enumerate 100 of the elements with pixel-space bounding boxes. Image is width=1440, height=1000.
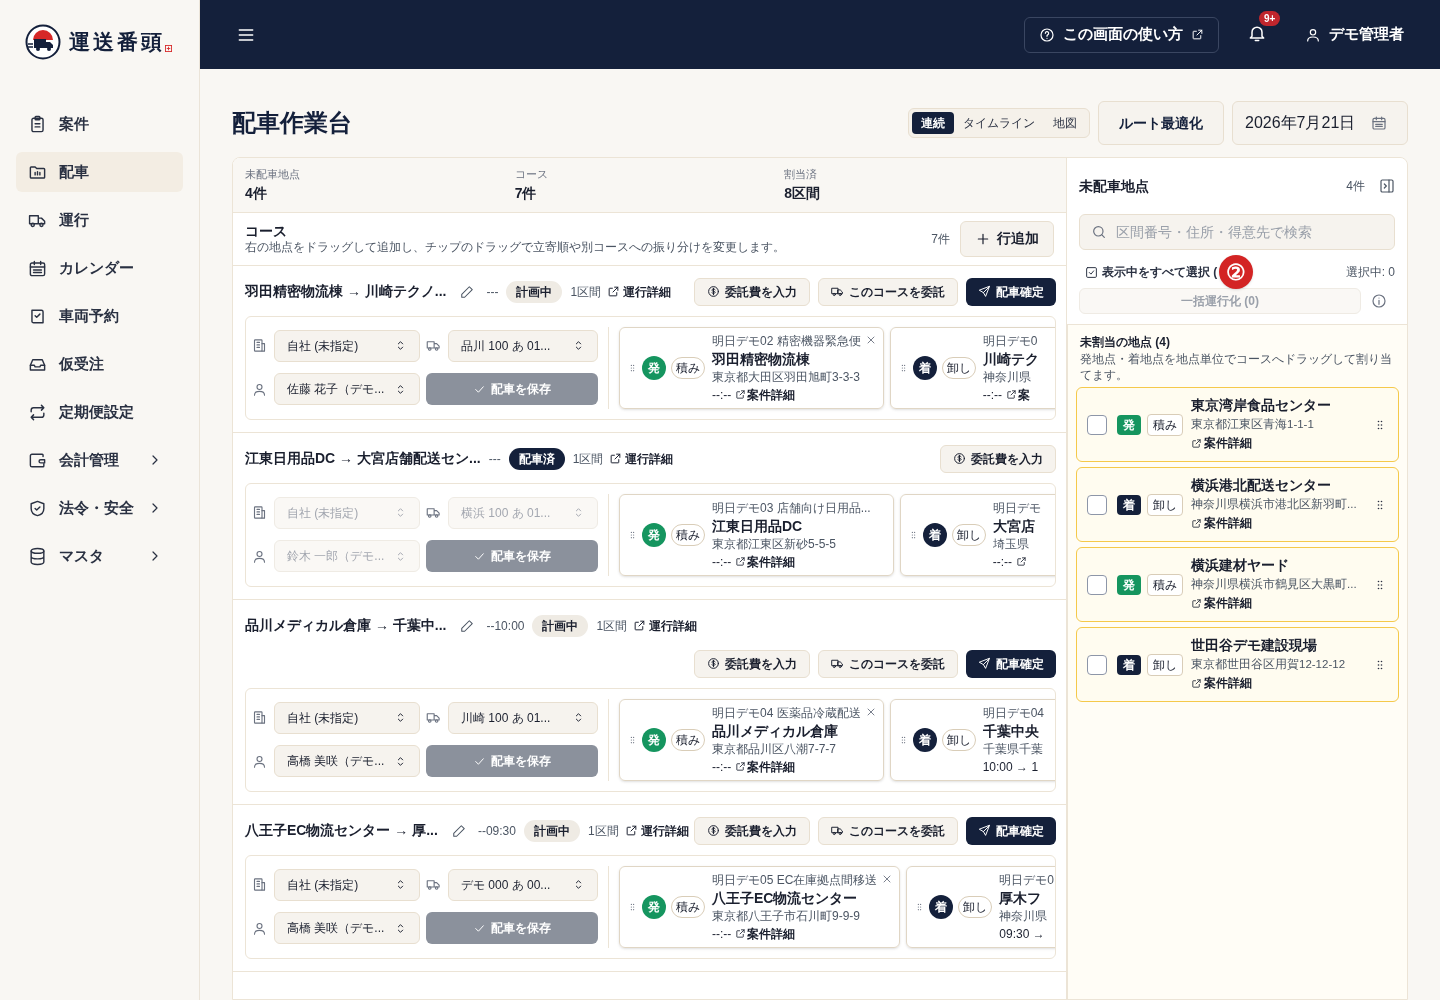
date-picker[interactable]: 2026年7月21日 [1232,101,1408,145]
checkbox[interactable] [1087,414,1107,435]
collapse-panel-button[interactable] [1379,178,1395,194]
external-link-icon [633,619,647,632]
checkbox[interactable] [1087,574,1107,595]
truck-icon [831,657,844,670]
stat-value: 7件 [514,183,538,203]
order-detail-link[interactable]: 案件詳細 [1191,674,1368,693]
user-menu[interactable]: デモ管理者 [1305,23,1404,46]
vehicle-select[interactable]: 川崎 100 あ 01... [448,701,598,734]
unassigned-stop-card[interactable]: 発 積み 横浜建材ヤード 神奈川県横浜市鶴見区大黒町... 案件詳細 [1076,547,1399,622]
vehicle-select[interactable]: デモ 000 あ 00... [448,868,598,901]
course-time: --10:00 [486,617,525,635]
stop-name: 大宮店 [992,516,1036,535]
calendar-icon [28,258,47,278]
stop-address: 神奈川県横浜市鶴見区大黒町... [1191,577,1358,592]
database-icon [28,546,47,566]
building-icon [252,877,267,893]
view-tab[interactable]: 連続 [912,112,954,134]
checkbox[interactable] [1087,654,1107,675]
fee-input-button[interactable]: 委託費を入力 [694,816,810,845]
person-icon [252,548,267,564]
stop-type-badge: 着 [1117,654,1141,675]
driver-select[interactable]: 佐藤 花子（デモ... [274,373,420,406]
unassigned-stop-card[interactable]: 着 卸し 横浜港北配送センター 神奈川県横浜市港北区新羽町... 案件詳細 [1076,467,1399,542]
segment-count: 1区間 [572,450,604,468]
order-label: 明日デモ03 店舗向け日用品... [712,499,871,517]
search-field[interactable]: 区間番号・住所・得意先で検索 [1079,214,1395,250]
sidebar-item[interactable]: 案件 [16,104,183,144]
order-detail-link[interactable]: 案件詳細 [735,924,796,943]
route-optimize-button[interactable]: ルート最適化 [1098,101,1224,145]
external-link-icon [735,928,747,939]
dollar-icon [707,824,720,837]
section-title: 未割当の地点 (4) [1080,334,1171,351]
fee-input-button[interactable]: 委託費を入力 [694,277,810,306]
checkbox-icon [1085,265,1098,279]
order-detail-link[interactable]: 案件詳細 [1191,594,1368,613]
sidebar-item[interactable]: 運行 [16,200,183,240]
vehicle-select[interactable]: 品川 100 あ 01... [448,329,598,362]
carrier-select[interactable]: 自社 (未指定) [274,329,420,362]
order-detail-link[interactable]: 案件詳細 [1191,514,1368,533]
course-title: 品川メディカル倉庫 → 千葉中... [245,616,447,635]
stop-type-badge: 発 [642,522,666,547]
stop-address: 神奈川県 [982,368,1032,386]
driver-select[interactable]: 高橋 美咲（デモ... [274,912,420,945]
trip-detail-link[interactable]: 運行詳細 [607,282,672,301]
edit-button[interactable] [460,284,475,299]
sidebar-item[interactable]: 会計管理 [16,440,183,480]
sidebar-item[interactable]: 仮受注 [16,344,183,384]
unassigned-stop-card[interactable]: 発 積み 東京湾岸食品センター 東京都江東区青海1-1-1 案件詳細 [1076,387,1399,462]
shield-check-icon [28,498,47,518]
edit-button[interactable] [460,618,475,633]
external-link-icon [735,761,747,772]
trip-detail-link[interactable]: 運行詳細 [633,616,698,635]
carrier-select[interactable]: 自社 (未指定) [274,868,420,901]
external-link-icon [735,389,747,400]
checkbox[interactable] [1087,494,1107,515]
sidebar-item[interactable]: カレンダー [16,248,183,288]
delegate-course-button[interactable]: このコースを委託 [818,277,958,306]
section-description: 右の地点をドラッグして追加し、チップのドラッグで立寄順や別コースへの振り分けを変更します。 [245,239,786,255]
info-icon [1371,293,1387,309]
status-badge: 計画中 [532,614,589,637]
order-detail-link[interactable]: 案件詳細 [1191,434,1368,453]
sidebar-item[interactable]: 定期便設定 [16,392,183,432]
segment-count: 1区間 [587,822,619,840]
driver-select[interactable]: 高橋 美咲（デモ... [274,745,420,778]
sidebar-item[interactable]: 法令・安全 [16,488,183,528]
order-detail-link[interactable]: 案件詳細 [735,385,796,404]
sidebar-item[interactable]: 配車 [16,152,183,192]
confirm-dispatch-button[interactable]: 配車確定 [966,277,1056,306]
stop-time: --:-- [992,553,1012,571]
stop-name: 世田谷デモ建設現場 [1191,636,1318,655]
building-icon [252,505,267,521]
sidebar-item[interactable]: 車両予約 [16,296,183,336]
order-detail-link[interactable]: 案 [1006,385,1030,404]
pencil-icon [460,284,475,299]
add-row-button[interactable]: 行追加 [960,220,1054,257]
course-title: 八王子EC物流センター → 厚... [245,821,438,840]
unassigned-stop-card[interactable]: 着 卸し 世田谷デモ建設現場 東京都世田谷区用賀12-12-12 案件詳細 [1076,627,1399,702]
edit-button[interactable] [451,823,466,838]
confirm-dispatch-button[interactable]: 配車確定 [966,816,1056,845]
stop-type-badge: 着 [922,522,947,547]
confirm-dispatch-button[interactable]: 配車確定 [966,649,1056,678]
help-button[interactable]: この画面の使い方 [1024,16,1219,53]
order-label: 明日デモ02 精密機器緊急便 [712,332,861,350]
fee-input-button[interactable]: 委託費を入力 [694,649,810,678]
order-label: 明日デモ0 [982,332,1039,350]
delegate-course-button[interactable]: このコースを委託 [818,649,958,678]
stop-time: 09:30 → [999,925,1045,943]
stop-time: --:-- [712,553,732,571]
user-icon [1305,26,1321,43]
order-detail-link[interactable]: 案件詳細 [735,757,796,776]
stat-label: コース [514,167,549,182]
view-tab[interactable]: 地図 [1044,112,1086,134]
delegate-course-button[interactable]: このコースを委託 [818,816,958,845]
view-tab[interactable]: タイムライン [954,112,1044,134]
select-all-button[interactable]: 表示中をすべて選択 ( [1085,263,1218,281]
sidebar-item[interactable]: マスタ [16,536,183,576]
carrier-select[interactable]: 自社 (未指定) [274,701,420,734]
trip-detail-link[interactable]: 運行詳細 [624,821,689,840]
